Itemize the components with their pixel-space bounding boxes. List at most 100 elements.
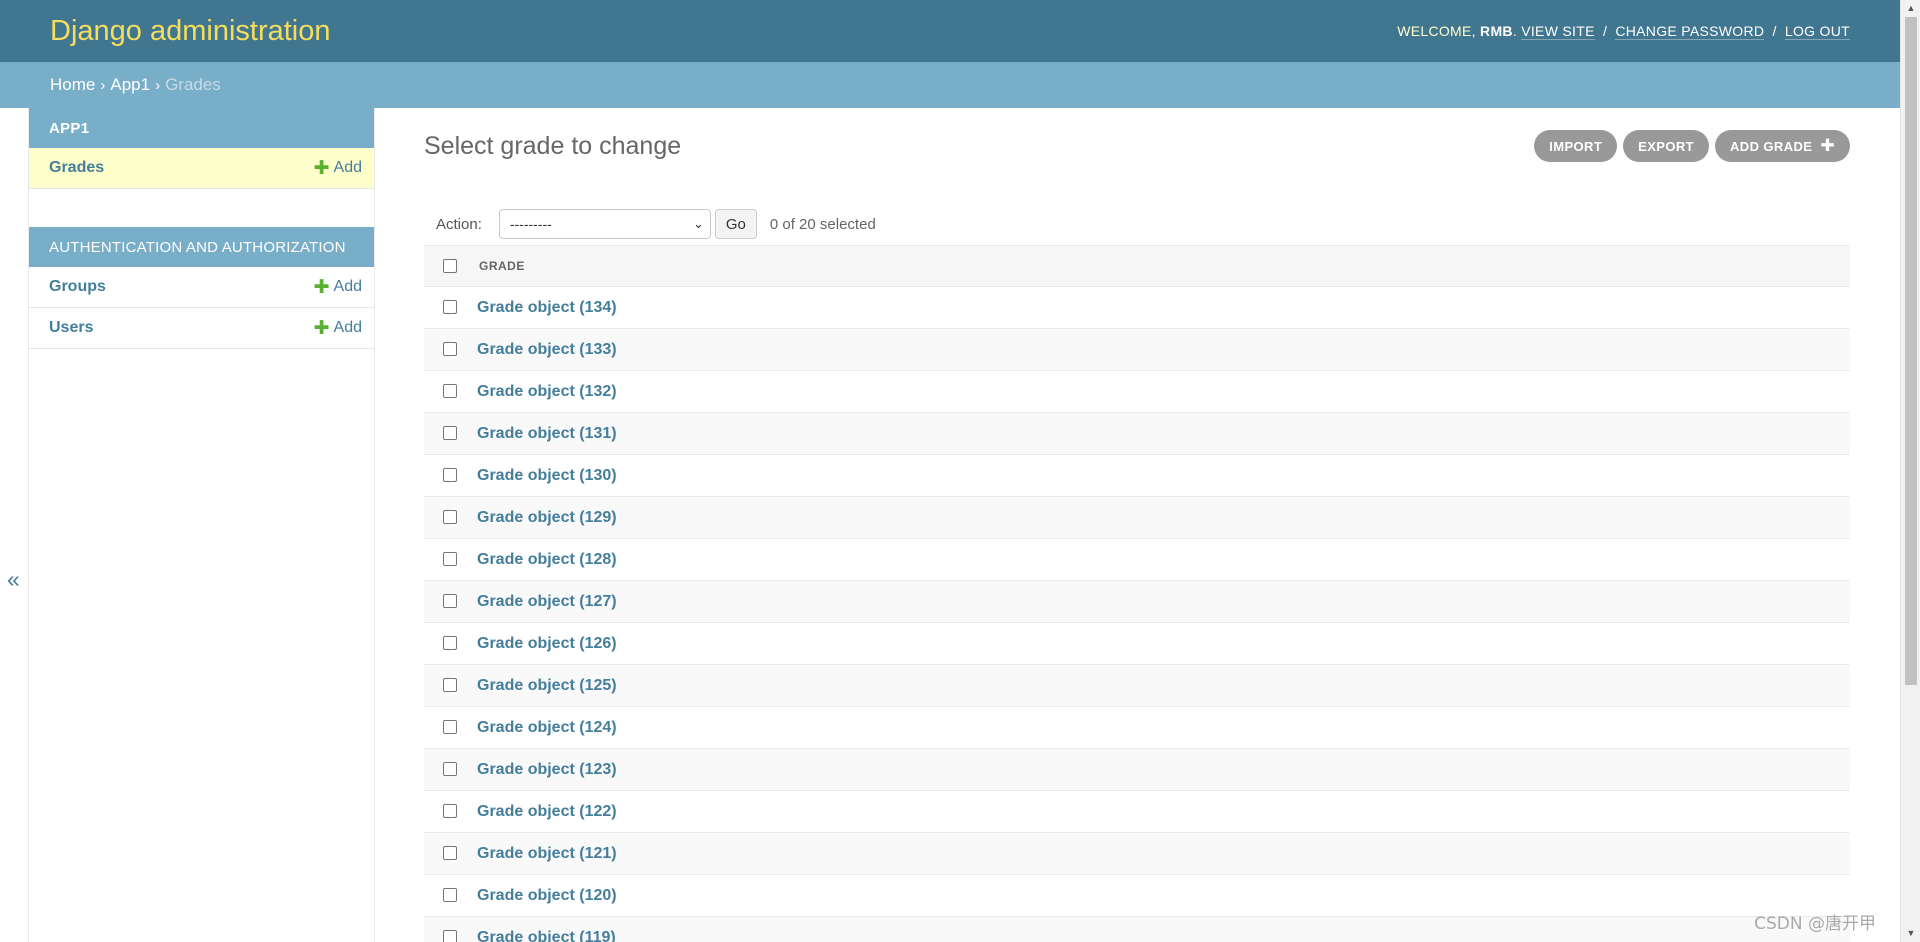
change-password-link[interactable]: Change password bbox=[1615, 23, 1765, 40]
row-object-cell: Grade object (131) bbox=[475, 413, 1850, 455]
scroll-up-arrow-icon[interactable]: ▲ bbox=[1901, 0, 1920, 17]
row-object-cell: Grade object (127) bbox=[475, 581, 1850, 623]
row-select-cell bbox=[424, 749, 475, 791]
breadcrumb-separator: › bbox=[100, 76, 106, 94]
scroll-thumb[interactable] bbox=[1905, 17, 1917, 685]
row-object-cell: Grade object (134) bbox=[475, 287, 1850, 329]
row-checkbox[interactable] bbox=[442, 468, 457, 483]
row-object-cell: Grade object (133) bbox=[475, 329, 1850, 371]
row-select-cell bbox=[424, 623, 475, 665]
row-checkbox[interactable] bbox=[442, 888, 457, 903]
row-select-cell bbox=[424, 665, 475, 707]
go-button[interactable]: Go bbox=[714, 209, 757, 239]
grade-object-link[interactable]: Grade object (127) bbox=[475, 593, 617, 610]
action-select[interactable]: --------- ⌄ bbox=[498, 209, 711, 239]
grade-object-link[interactable]: Grade object (131) bbox=[475, 425, 617, 442]
grade-object-link[interactable]: Grade object (122) bbox=[475, 803, 617, 820]
breadcrumb-app[interactable]: App1 bbox=[110, 75, 150, 95]
grade-object-link[interactable]: Grade object (123) bbox=[475, 761, 617, 778]
grade-object-link[interactable]: Grade object (125) bbox=[475, 677, 617, 694]
import-button[interactable]: Import bbox=[1534, 130, 1618, 162]
row-checkbox[interactable] bbox=[442, 552, 457, 567]
row-checkbox[interactable] bbox=[442, 342, 457, 357]
log-out-link[interactable]: Log out bbox=[1784, 23, 1850, 40]
row-checkbox[interactable] bbox=[442, 846, 457, 861]
watermark: CSDN @唐开甲 bbox=[1754, 914, 1876, 934]
username: RMB bbox=[1480, 23, 1513, 39]
module-caption-app1[interactable]: App1 bbox=[29, 108, 374, 148]
row-checkbox[interactable] bbox=[442, 510, 457, 525]
row-object-cell: Grade object (126) bbox=[475, 623, 1850, 665]
row-select-cell bbox=[424, 539, 475, 581]
select-all-checkbox[interactable] bbox=[442, 259, 457, 274]
sidebar-item-grades: Grades ✚ Add bbox=[29, 148, 374, 189]
export-button[interactable]: Export bbox=[1623, 130, 1710, 162]
page-title: Select grade to change bbox=[424, 132, 682, 160]
breadcrumb-home[interactable]: Home bbox=[50, 75, 95, 95]
add-group-link[interactable]: ✚ Add bbox=[314, 278, 362, 297]
grade-object-link[interactable]: Grade object (126) bbox=[475, 635, 617, 652]
row-checkbox[interactable] bbox=[442, 720, 457, 735]
site-brand[interactable]: Django administration bbox=[50, 15, 330, 48]
row-object-cell: Grade object (124) bbox=[475, 707, 1850, 749]
table-row: Grade object (121) bbox=[424, 832, 1850, 875]
row-object-cell: Grade object (121) bbox=[475, 833, 1850, 875]
row-object-cell: Grade object (129) bbox=[475, 497, 1850, 539]
table-row: Grade object (132) bbox=[424, 371, 1850, 413]
add-user-link[interactable]: ✚ Add bbox=[314, 319, 362, 338]
sidebar-item-users-link[interactable]: Users bbox=[49, 319, 93, 337]
welcome-text: Welcome, bbox=[1397, 23, 1481, 39]
result-rows: Grade object (134) Grade object (133) Grad… bbox=[424, 287, 1850, 942]
grade-object-link[interactable]: Grade object (129) bbox=[475, 509, 617, 526]
row-select-cell bbox=[424, 455, 475, 497]
user-tools: Welcome, RMB. View site / Change passwor… bbox=[1397, 23, 1850, 40]
add-grade-link[interactable]: ✚ Add bbox=[314, 159, 362, 178]
row-checkbox[interactable] bbox=[442, 636, 457, 651]
add-grade-label: Add grade bbox=[1730, 138, 1813, 154]
add-grade-button[interactable]: Add grade ✚ bbox=[1715, 130, 1850, 162]
table-row: Grade object (134) bbox=[424, 287, 1850, 329]
grade-object-link[interactable]: Grade object (124) bbox=[475, 719, 617, 736]
row-select-cell bbox=[424, 875, 475, 917]
toggle-nav-sidebar[interactable]: « bbox=[0, 108, 29, 942]
sidebar-item-groups-link[interactable]: Groups bbox=[49, 278, 106, 296]
page-scrollbar[interactable]: ▲ ▼ bbox=[1900, 0, 1920, 942]
grade-object-link[interactable]: Grade object (128) bbox=[475, 551, 617, 568]
welcome-period: . bbox=[1512, 23, 1522, 39]
row-object-cell: Grade object (125) bbox=[475, 665, 1850, 707]
user-tools-separator: / bbox=[1602, 23, 1608, 39]
row-checkbox[interactable] bbox=[442, 678, 457, 693]
row-checkbox[interactable] bbox=[442, 426, 457, 441]
grade-object-link[interactable]: Grade object (132) bbox=[475, 383, 617, 400]
row-checkbox[interactable] bbox=[442, 384, 457, 399]
sidebar-item-groups: Groups ✚ Add bbox=[29, 267, 374, 308]
grade-object-link[interactable]: Grade object (133) bbox=[475, 341, 617, 358]
row-checkbox[interactable] bbox=[442, 594, 457, 609]
plus-icon: ✚ bbox=[313, 157, 330, 179]
row-select-cell bbox=[424, 287, 475, 329]
grade-object-link[interactable]: Grade object (134) bbox=[475, 299, 617, 316]
table-row: Grade object (119) bbox=[424, 916, 1850, 942]
module-caption-auth[interactable]: Authentication and Authorization bbox=[29, 227, 374, 267]
table-row: Grade object (124) bbox=[424, 707, 1850, 749]
view-site-link[interactable]: View site bbox=[1521, 23, 1595, 40]
row-checkbox[interactable] bbox=[442, 762, 457, 777]
user-tools-separator: / bbox=[1772, 23, 1777, 39]
row-checkbox[interactable] bbox=[442, 804, 457, 819]
sidebar-item-grades-link[interactable]: Grades bbox=[49, 159, 104, 177]
grade-object-link[interactable]: Grade object (119) bbox=[475, 929, 616, 942]
table-row: Grade object (120) bbox=[424, 875, 1850, 917]
grade-object-link[interactable]: Grade object (121) bbox=[475, 845, 617, 862]
row-select-cell bbox=[424, 581, 475, 623]
plus-icon: ✚ bbox=[313, 276, 330, 298]
row-object-cell: Grade object (122) bbox=[475, 791, 1850, 833]
grade-object-link[interactable]: Grade object (120) bbox=[475, 887, 617, 904]
row-checkbox[interactable] bbox=[442, 930, 457, 942]
table-row: Grade object (122) bbox=[424, 791, 1850, 833]
table-row: Grade object (129) bbox=[424, 496, 1850, 539]
grade-object-link[interactable]: Grade object (130) bbox=[475, 467, 617, 484]
scroll-down-arrow-icon[interactable]: ▼ bbox=[1901, 925, 1920, 942]
breadcrumb-separator: › bbox=[155, 76, 161, 94]
row-checkbox[interactable] bbox=[442, 300, 457, 315]
plus-icon: ✚ bbox=[1820, 136, 1835, 155]
